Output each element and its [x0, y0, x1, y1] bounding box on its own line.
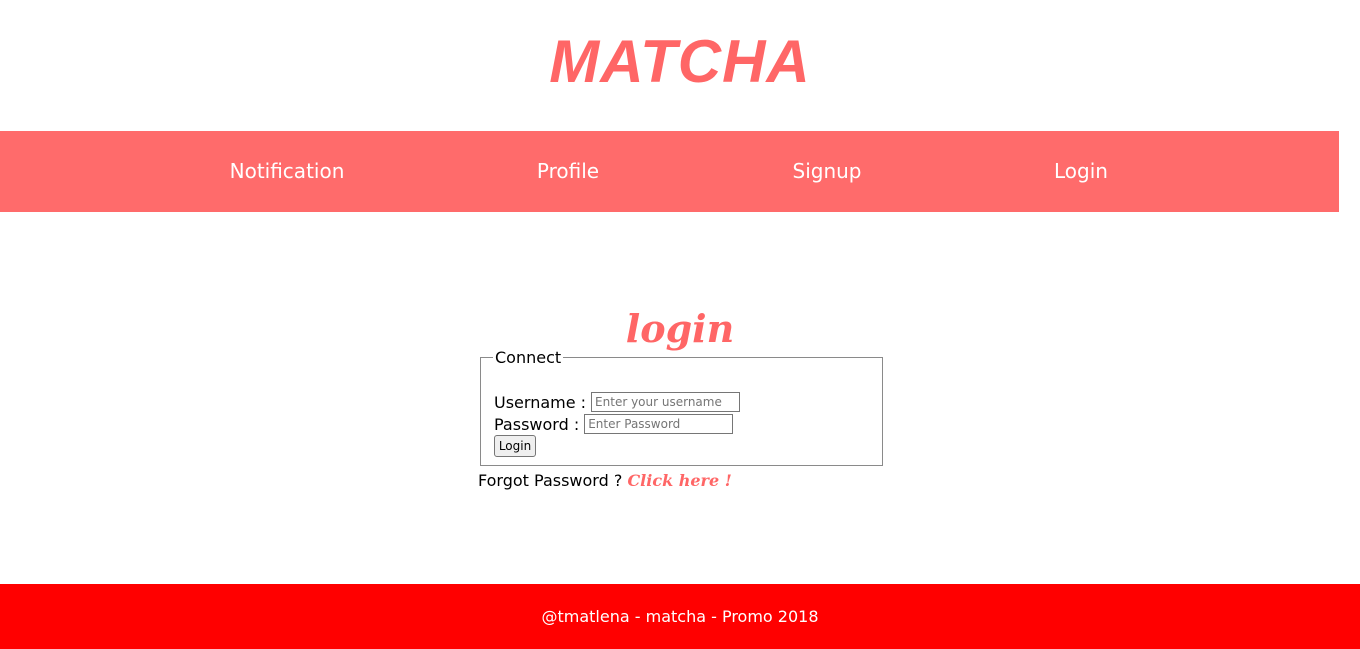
main-navbar: Notification Profile Signup Login [0, 131, 1339, 212]
login-submit-button[interactable]: Login [494, 435, 536, 457]
username-label: Username : [494, 392, 587, 412]
nav-item-profile[interactable]: Profile [537, 131, 599, 212]
site-logo[interactable]: MATCHA [0, 26, 1360, 98]
username-input[interactable] [591, 392, 741, 412]
nav-item-login[interactable]: Login [1054, 131, 1108, 212]
nav-item-notification[interactable]: Notification [230, 131, 345, 212]
footer: @tmatlena - matcha - Promo 2018 [0, 584, 1360, 649]
username-row: Username : [494, 391, 741, 413]
forgot-password-text: Forgot Password ? [478, 471, 623, 490]
nav-item-signup[interactable]: Signup [793, 131, 862, 212]
footer-text: @tmatlena - matcha - Promo 2018 [541, 607, 819, 626]
password-input[interactable] [584, 414, 734, 434]
forgot-password-link[interactable]: Click here ! [627, 471, 731, 490]
page: MATCHA Notification Profile Signup Login… [0, 0, 1360, 649]
password-row: Password : [494, 413, 734, 435]
password-label: Password : [494, 414, 580, 434]
fieldset-legend: Connect [495, 348, 562, 367]
forgot-password: Forgot Password ? Click here ! [478, 470, 732, 492]
